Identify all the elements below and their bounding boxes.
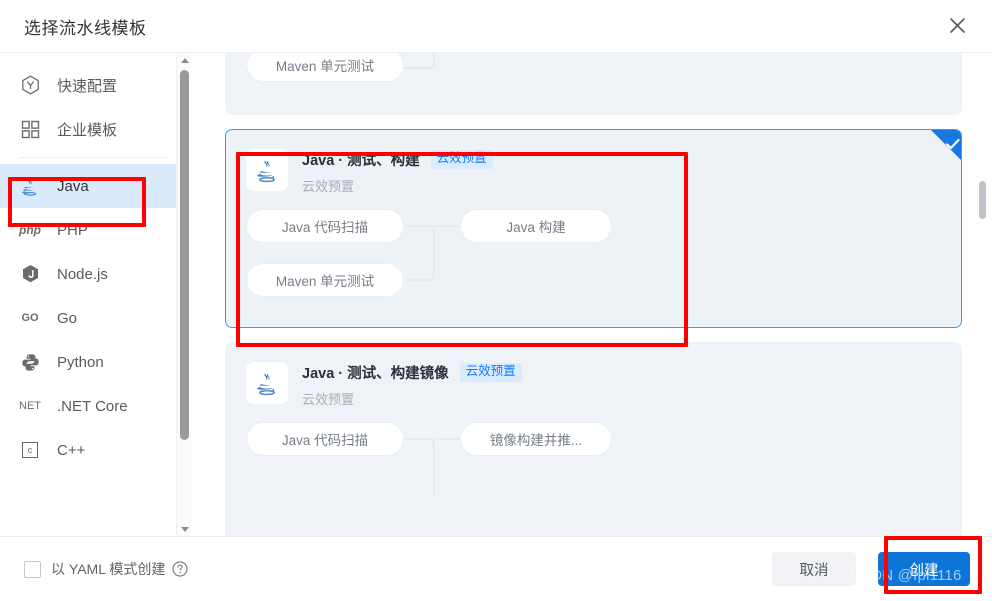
stage-node[interactable]: Java 构建: [460, 209, 612, 243]
java-icon: [246, 149, 288, 191]
checkbox-box[interactable]: [24, 561, 41, 578]
hexagon-y-icon: [19, 74, 41, 96]
sidebar-scrollbar-thumb[interactable]: [180, 70, 189, 440]
grid-squares-icon: [19, 118, 41, 140]
card-badge: 云效预置: [431, 150, 493, 169]
stage-connector-icon: [398, 422, 468, 520]
card-title: Java · 测试、构建: [302, 149, 420, 170]
close-button[interactable]: [940, 8, 974, 42]
stage-node[interactable]: 镜像构建并推...: [460, 422, 612, 456]
card-badge: 云效预置: [460, 363, 522, 382]
card-subtitle: 云效预置: [302, 389, 522, 408]
category-sidebar: 快速配置 企业模板: [0, 53, 191, 536]
scroll-down-arrow[interactable]: [177, 522, 191, 536]
yaml-mode-checkbox[interactable]: 以 YAML 模式创建: [24, 559, 188, 579]
sidebar-item-label: C++: [57, 442, 85, 459]
go-icon: GO: [19, 307, 41, 329]
sidebar-item-label: Go: [57, 310, 77, 327]
create-button-label: 创建: [910, 559, 939, 580]
card-header-text: Java · 测试、构建镜像 云效预置 云效预置: [302, 361, 522, 408]
chevron-down-icon: [181, 527, 189, 532]
cancel-button[interactable]: 取消: [772, 552, 856, 586]
dotnet-icon: NET: [19, 395, 41, 417]
sidebar-divider: [19, 157, 169, 158]
card-title-row: Java · 测试、构建 云效预置: [302, 149, 493, 170]
sidebar-item-nodejs[interactable]: Node.js: [0, 252, 191, 296]
sidebar-item-cpp[interactable]: c C++: [0, 428, 191, 472]
stage-connector-icon: [398, 53, 468, 102]
sidebar-item-label: Node.js: [57, 266, 108, 283]
stage-node[interactable]: Java 代码扫描: [246, 209, 404, 243]
sidebar-item-label: Java: [57, 178, 89, 195]
dialog-footer: 以 YAML 模式创建 取消 创建 CSDN @fpl1116: [0, 536, 992, 601]
card-header: Java · 测试、构建 云效预置 云效预置: [246, 148, 941, 195]
check-icon: [942, 133, 964, 155]
sidebar-scrollbar[interactable]: [176, 53, 191, 536]
sidebar-item-label: .NET Core: [57, 398, 128, 415]
sidebar-item-label: 企业模板: [57, 119, 117, 140]
sidebar-item-java[interactable]: Java: [0, 164, 191, 208]
stage-connector-icon: [398, 209, 468, 307]
card-subtitle: 云效预置: [302, 176, 493, 195]
stage-node[interactable]: Maven 单元测试: [246, 263, 404, 297]
stage-graph: Java 代码扫描 Maven 单元测试 Java 构建: [246, 209, 941, 307]
stage-node[interactable]: Maven 单元测试: [246, 53, 404, 82]
python-icon: [19, 351, 41, 373]
sidebar-item-label: 快速配置: [57, 75, 117, 96]
java-icon: [246, 362, 288, 404]
card-header-text: Java · 测试、构建 云效预置 云效预置: [302, 148, 493, 195]
question-circle-icon[interactable]: [172, 561, 188, 577]
sidebar-item-python[interactable]: Python: [0, 340, 191, 384]
card-title-row: Java · 测试、构建镜像 云效预置: [302, 362, 522, 383]
content-scrollbar[interactable]: [979, 61, 986, 528]
select-pipeline-template-dialog: 选择流水线模板 快速配置: [0, 0, 992, 601]
sidebar-item-php[interactable]: php PHP: [0, 208, 191, 252]
sidebar-item-quick-config[interactable]: 快速配置: [0, 63, 191, 107]
template-list: Maven 单元测试: [191, 53, 992, 536]
content-scrollbar-thumb[interactable]: [979, 181, 986, 219]
php-icon: php: [19, 219, 41, 241]
template-card[interactable]: Java · 测试、构建镜像 云效预置 云效预置 Java 代码扫描 镜像构建并…: [225, 342, 962, 536]
card-header: Java · 测试、构建镜像 云效预置 云效预置: [246, 361, 941, 408]
selected-corner-badge: [931, 130, 961, 160]
dialog-title: 选择流水线模板: [24, 14, 147, 39]
dialog-header: 选择流水线模板: [0, 0, 992, 52]
template-card[interactable]: Maven 单元测试: [225, 53, 962, 115]
stage-node[interactable]: Java 代码扫描: [246, 422, 404, 456]
template-card-selected[interactable]: Java · 测试、构建 云效预置 云效预置 Java 代码扫描 Maven 单…: [225, 129, 962, 328]
sidebar-item-dotnet-core[interactable]: NET .NET Core: [0, 384, 191, 428]
card-title: Java · 测试、构建镜像: [302, 362, 449, 383]
java-icon: [19, 175, 41, 197]
cpp-icon: c: [19, 439, 41, 461]
sidebar-item-enterprise-template[interactable]: 企业模板: [0, 107, 191, 151]
scroll-up-arrow[interactable]: [177, 53, 191, 67]
dialog-body: 快速配置 企业模板: [0, 52, 992, 536]
nodejs-icon: [19, 263, 41, 285]
chevron-up-icon: [181, 58, 189, 63]
template-list-inner: Maven 单元测试: [225, 53, 962, 536]
close-icon: [948, 16, 967, 35]
create-button[interactable]: 创建: [878, 552, 970, 586]
sidebar-item-label: PHP: [57, 222, 88, 239]
sidebar-item-label: Python: [57, 354, 104, 371]
sidebar-item-go[interactable]: GO Go: [0, 296, 191, 340]
footer-buttons: 取消 创建 CSDN @fpl1116: [772, 552, 970, 586]
stage-graph: Java 代码扫描 镜像构建并推...: [246, 422, 941, 520]
yaml-mode-label: 以 YAML 模式创建: [51, 559, 165, 579]
